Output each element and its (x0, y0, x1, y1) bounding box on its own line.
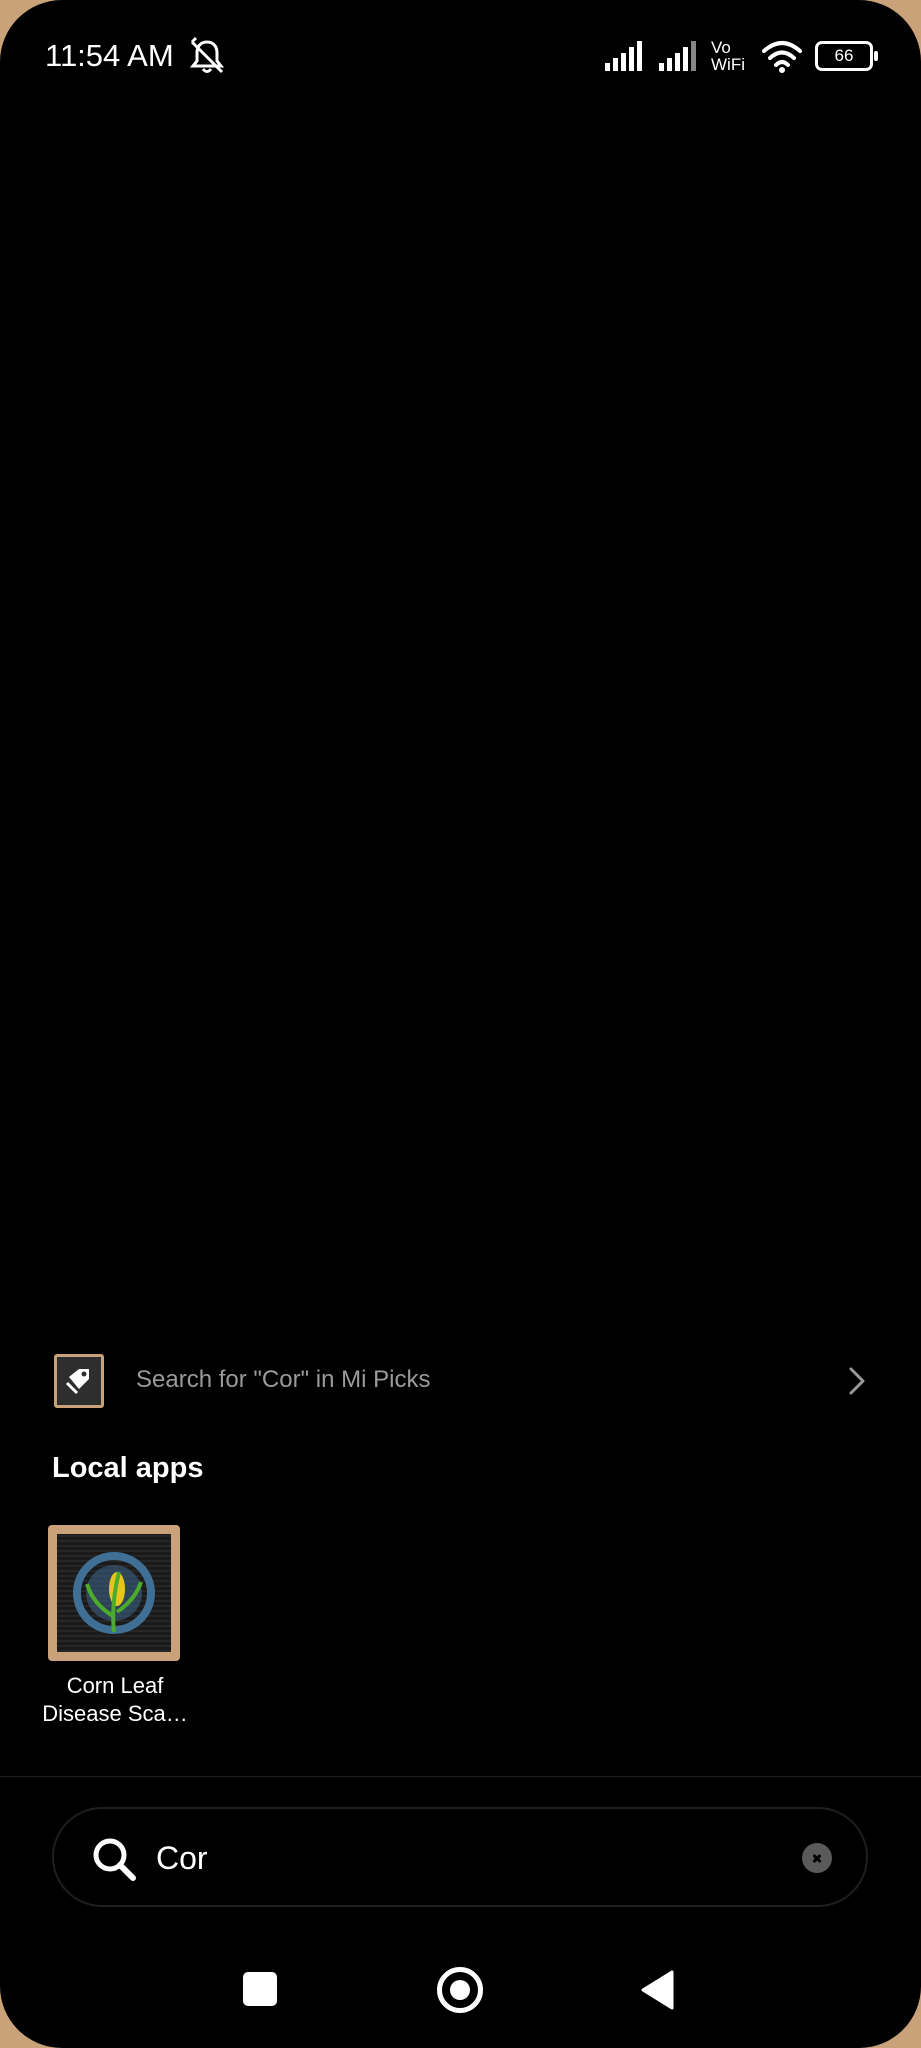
local-apps-heading: Local apps (52, 1452, 204, 1484)
back-icon[interactable] (640, 1969, 676, 2011)
app-label-line1: Corn Leaf (66, 1673, 164, 1698)
clear-search-button[interactable] (802, 1843, 832, 1873)
bell-off-icon (189, 36, 225, 74)
home-icon[interactable] (437, 1967, 483, 2013)
navigation-bar (0, 1950, 921, 2040)
mi-picks-search-label: Search for "Cor" in Mi Picks (136, 1366, 431, 1393)
vowifi-top: Vo (711, 38, 731, 57)
battery-icon: 66 (815, 41, 878, 71)
status-icons: Vo WiFi 66 (603, 34, 878, 78)
signal-icon (659, 41, 696, 71)
status-bar: 11:54 AM Vo WiFi 66 (0, 0, 921, 112)
app-corn-leaf-disease-scanner[interactable]: Corn Leaf Disease Sca… (40, 1522, 190, 1732)
search-input[interactable] (156, 1831, 736, 1885)
signal-icon (605, 41, 642, 71)
app-label: Corn Leaf Disease Sca… (40, 1672, 190, 1728)
status-time: 11:54 AM (45, 38, 174, 73)
vowifi-bottom: WiFi (711, 55, 745, 74)
search-bar[interactable] (52, 1807, 868, 1907)
corn-logo-icon (73, 1552, 155, 1634)
recents-icon[interactable] (243, 1972, 277, 2006)
wifi-icon (762, 41, 802, 73)
app-label-line2: Disease Sca… (42, 1701, 188, 1726)
search-in-mi-picks-row[interactable]: Search for "Cor" in Mi Picks (50, 1352, 876, 1412)
mi-picks-tag-icon (65, 1369, 89, 1395)
vowifi-indicator: Vo WiFi (711, 39, 749, 73)
search-icon (93, 1838, 136, 1881)
chevron-right-icon (849, 1367, 865, 1395)
divider (0, 1776, 921, 1777)
search-screen: 11:54 AM Vo WiFi 66 Search for "Cor" in … (0, 0, 921, 2048)
corn-leaf-app-icon (48, 1525, 180, 1661)
mi-picks-icon (54, 1354, 104, 1408)
